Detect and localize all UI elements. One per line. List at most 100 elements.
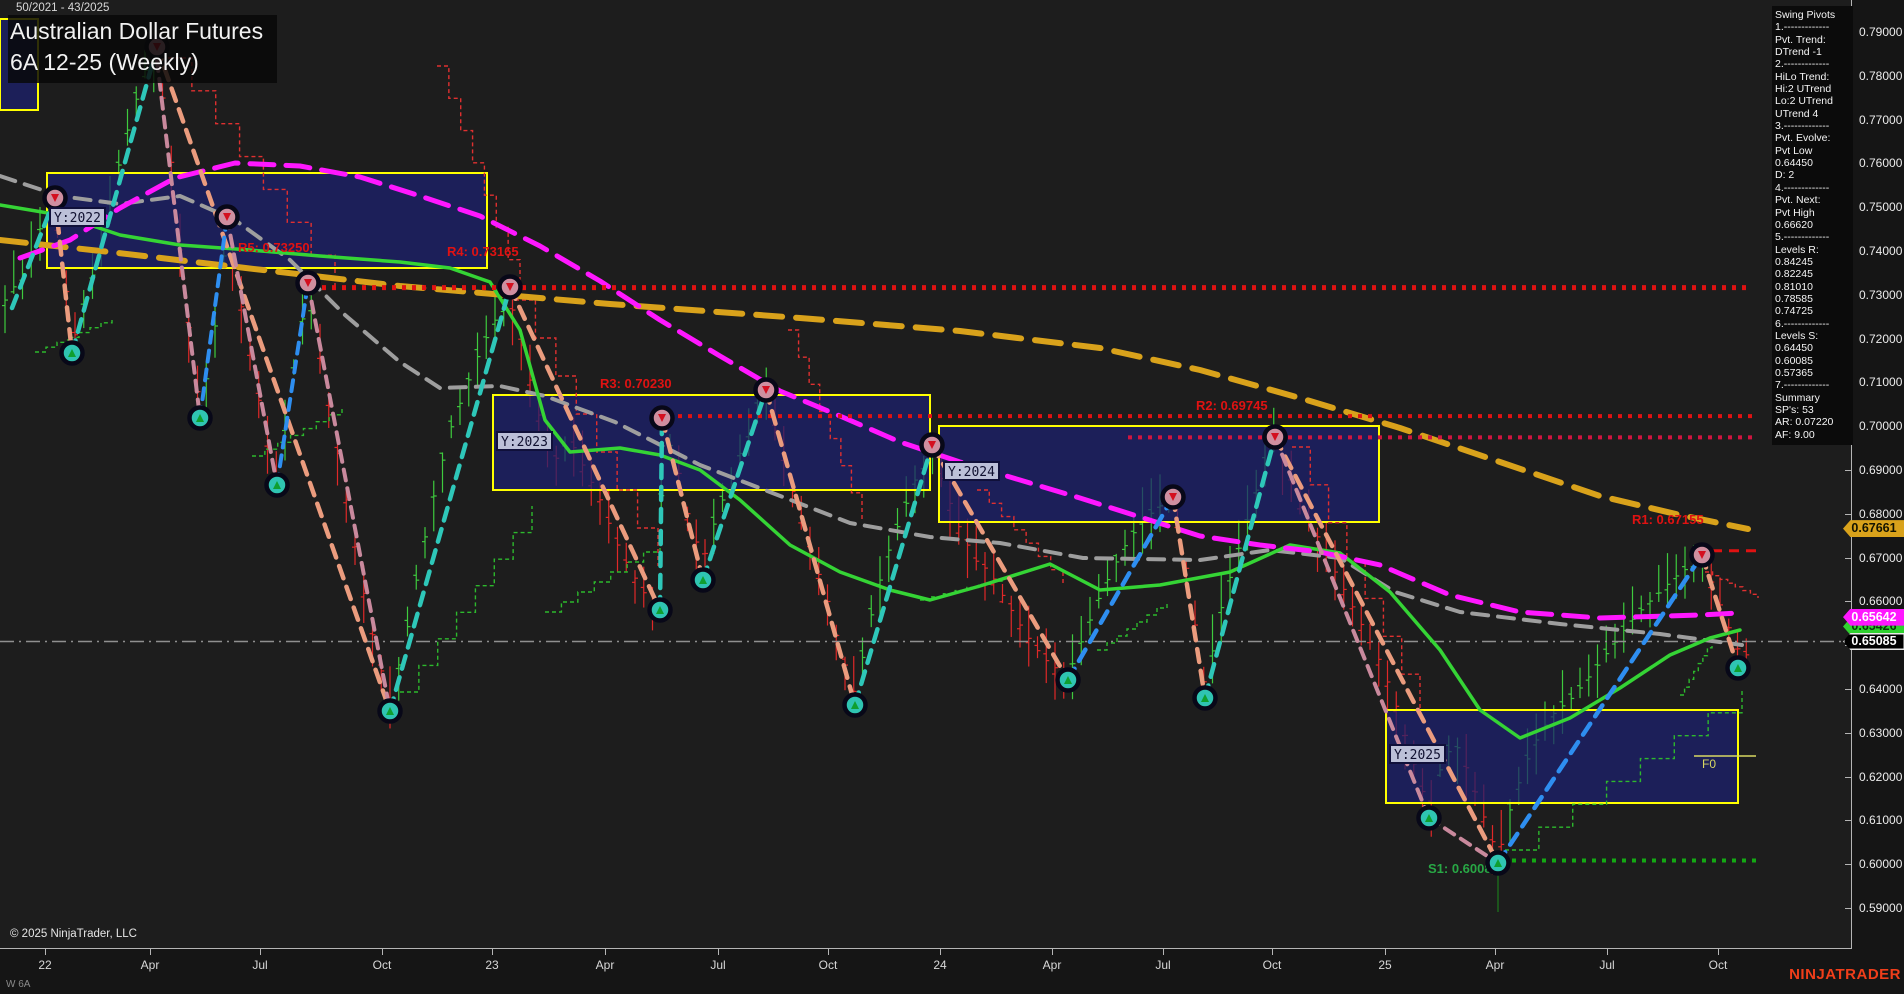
price-axis-label: 0.68000 [1859,506,1903,521]
price-marker-tag: 0.67661 [1843,520,1904,538]
price-axis-label: 0.79000 [1859,25,1903,39]
time-axis-label: Oct [1262,958,1282,972]
level-label-r2: R2: 0.69745 [1196,398,1268,413]
swing-zigzag-alt-segment [275,281,310,487]
swing-zigzag-segment [154,44,393,714]
swing-pivots-panel-line: HiLo Trend: [1775,70,1830,83]
swing-pivots-panel[interactable]: Swing Pivots 1.------------- Pvt. Trend: D… [1772,6,1853,446]
price-axis-label: 0.75000 [1859,200,1903,215]
price-axis-tick [1845,513,1852,515]
swing-pivots-panel-line: D: 2 [1775,169,1795,182]
time-axis-tick [718,949,719,955]
f0-label: F0 [1702,757,1716,771]
price-axis-tick [1845,689,1852,690]
level-label-r5: R5: 0.73250 [238,240,310,255]
time-axis-tick [260,949,261,955]
time-axis-label: Apr [140,958,160,972]
time-axis-tick [382,949,383,955]
swing-pivots-panel-line: Levels S: [1775,329,1819,342]
swing-pivots-panel-line: Pvt. Evolve: [1775,132,1831,145]
price-marker-tag: 0.65085 [1843,632,1904,650]
time-axis-tick [1052,949,1053,955]
time-axis-tick [940,949,941,955]
price-axis-tick [1845,908,1852,909]
price-axis-tick [1845,820,1852,822]
time-axis[interactable]: 22 Apr Jul Oct 23 Apr Jul Oct 24 Apr Jul Oct 25 Apr Ju… [0,948,1852,979]
price-axis-label: 0.59000 [1859,901,1903,915]
swing-pivots-panel-line: Levels R: [1775,243,1819,256]
time-axis-tick [1495,949,1496,955]
price-axis-tick [1845,557,1852,559]
swing-pivots-panel-line: 0.81010 [1775,280,1813,293]
price-axis-label: 0.72000 [1859,331,1903,346]
time-axis-label: Jul [1155,958,1171,972]
year-tag-label: Y:2024 [948,465,995,480]
price-axis-tick [1845,732,1852,734]
time-axis-label: 22 [38,958,52,972]
chart-window: R5: 0.73250 R4: 0.73165 R3: 0.70230 R2: 0.6… [0,0,1904,994]
swing-pivots-panel-line: AR: 0.07220 [1775,416,1834,429]
time-axis-label: Apr [1485,958,1505,972]
time-axis-label: Jul [710,958,726,972]
swing-pivots-panel-line: 5.------------- [1775,231,1830,244]
swing-pivots-panel-line: 0.64450 [1775,342,1813,355]
price-chart-canvas[interactable]: R5: 0.73250 R4: 0.73165 R3: 0.70230 R2: 0.6… [0,0,1851,948]
swing-pivots-panel-line: Summary [1775,391,1820,404]
time-axis-tick [1385,949,1386,955]
swing-pivots-panel-line: UTrend 4 [1775,107,1819,120]
swing-pivots-panel-line: 0.60085 [1775,354,1813,367]
swing-pivots-panel-line: 4.------------- [1775,181,1830,194]
year-range-box[interactable] [492,394,931,491]
time-axis-label: Oct [1708,958,1728,972]
time-axis-tick [828,949,829,955]
time-axis-label: 25 [1378,958,1392,972]
price-axis-tick [1845,470,1852,471]
price-axis-label: 0.73000 [1859,287,1903,302]
time-axis-tick [1163,949,1164,955]
time-axis-tick [45,949,46,955]
swing-pivots-panel-line: AF: 9.00 [1775,428,1815,441]
swing-zigzag-segment [657,415,665,613]
chart-plot-area[interactable]: R5: 0.73250 R4: 0.73165 R3: 0.70230 R2: 0.6… [0,0,1851,948]
time-axis-tick [1718,949,1719,955]
price-axis-tick [1845,601,1852,603]
price-axis-label: 0.61000 [1859,813,1903,828]
price-axis-label: 0.64000 [1859,682,1903,696]
swing-pivots-panel-line: Lo:2 UTrend [1775,95,1833,108]
trailing-stop-steps [1097,601,1168,651]
swing-pivots-panel-line: 0.82245 [1775,268,1813,281]
swing-pivots-panel-line: 1.------------- [1775,21,1830,34]
time-axis-tick [492,949,493,955]
time-axis-label: Apr [1042,958,1062,972]
swing-zigzag-segment [387,284,513,714]
time-axis-label: 24 [933,958,947,972]
time-axis-label: Jul [252,958,268,972]
time-axis-label: Jul [1599,958,1615,972]
swing-zigzag-alt-segment [306,281,392,713]
time-axis-tick [1272,949,1273,955]
swing-pivots-panel-line: Pvt High [1775,206,1815,219]
price-axis[interactable]: 0.79000 0.78000 0.77000 0.76000 0.75000 0.740… [1843,0,1904,948]
price-axis-label: 0.62000 [1859,769,1903,784]
price-axis-label: 0.70000 [1859,419,1903,434]
time-axis-label: Oct [818,958,838,972]
swing-pivots-panel-line: 7.------------- [1775,379,1830,392]
level-label-r1: R1: 0.67155 [1632,512,1704,527]
swing-pivots-panel-line: DTrend -1 [1775,46,1822,59]
time-axis-label: Oct [372,958,392,972]
swing-pivots-panel-line: 0.57365 [1775,366,1813,379]
year-tag-label: Y:2025 [1394,748,1441,763]
time-axis-label: 23 [485,958,499,972]
visible-range-label: 50/2021 - 43/2025 [16,2,110,14]
price-axis-tick [1845,776,1852,778]
instrument-title: Australian Dollar Futures [10,18,264,44]
time-axis-tick [605,949,606,955]
swing-pivots-panel-line: 0.66620 [1775,218,1813,231]
swing-pivots-panel-line: 0.84245 [1775,255,1813,268]
price-axis-label: 0.60000 [1859,857,1903,872]
time-axis-label: Apr [595,958,615,972]
price-axis-tick [1845,864,1852,866]
chart-title-block: Australian Dollar Futures 6A 12-25 (Week… [8,15,278,83]
price-axis-label: 0.76000 [1859,156,1903,171]
swing-pivots-panel-line: Hi:2 UTrend [1775,83,1832,96]
